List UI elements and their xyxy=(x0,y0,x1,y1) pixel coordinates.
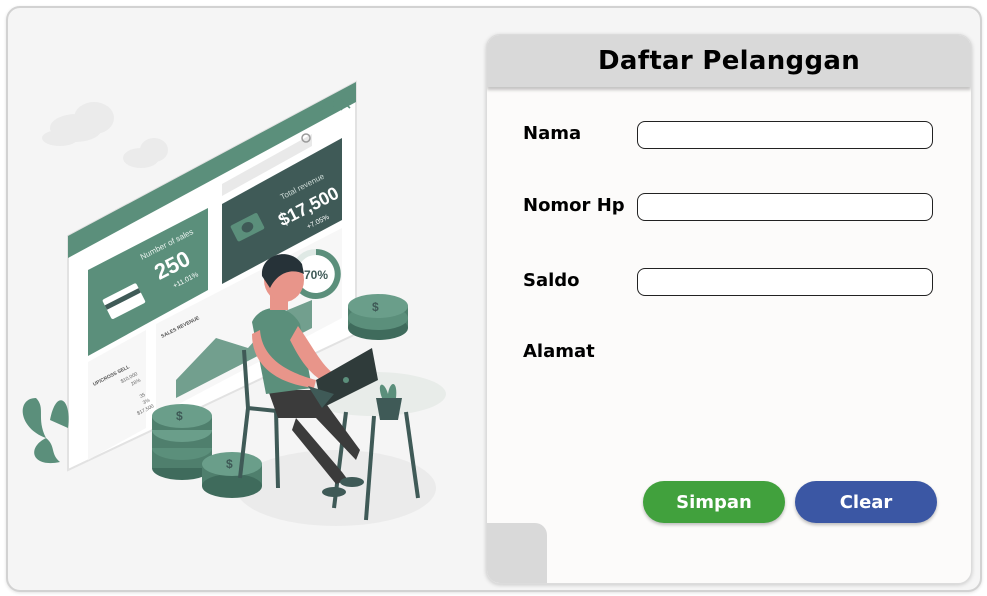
svg-text:$: $ xyxy=(176,409,183,423)
cloud-icon xyxy=(123,138,168,168)
customer-form-card: Daftar Pelanggan Nama Nomor Hp Saldo Ala… xyxy=(486,34,972,584)
progress-ring-text: 70% xyxy=(304,268,328,282)
svg-text:$: $ xyxy=(372,300,379,314)
address-label: Alamat xyxy=(523,341,595,362)
dashboard-illustration: Number of sales 250 +11.01% Total revenu… xyxy=(22,80,446,526)
dollar-coin-icon: $ xyxy=(348,294,408,340)
cloud-icon xyxy=(42,102,114,146)
form-title: Daftar Pelanggan xyxy=(597,46,861,76)
app-window: Number of sales 250 +11.01% Total revenu… xyxy=(6,6,982,592)
corner-tab xyxy=(487,523,547,583)
plant-icon xyxy=(22,398,69,464)
save-button[interactable]: Simpan xyxy=(643,481,785,523)
balance-label: Saldo xyxy=(523,270,580,291)
clear-button[interactable]: Clear xyxy=(795,481,937,523)
form-header: Daftar Pelanggan xyxy=(487,35,971,87)
balance-input[interactable] xyxy=(637,268,933,296)
name-label: Nama xyxy=(523,123,582,144)
phone-label: Nomor Hp xyxy=(523,195,625,216)
phone-input[interactable] xyxy=(637,193,933,221)
dollar-coin-icon: $ xyxy=(202,452,262,498)
name-input[interactable] xyxy=(637,121,933,149)
svg-text:$: $ xyxy=(226,457,233,471)
